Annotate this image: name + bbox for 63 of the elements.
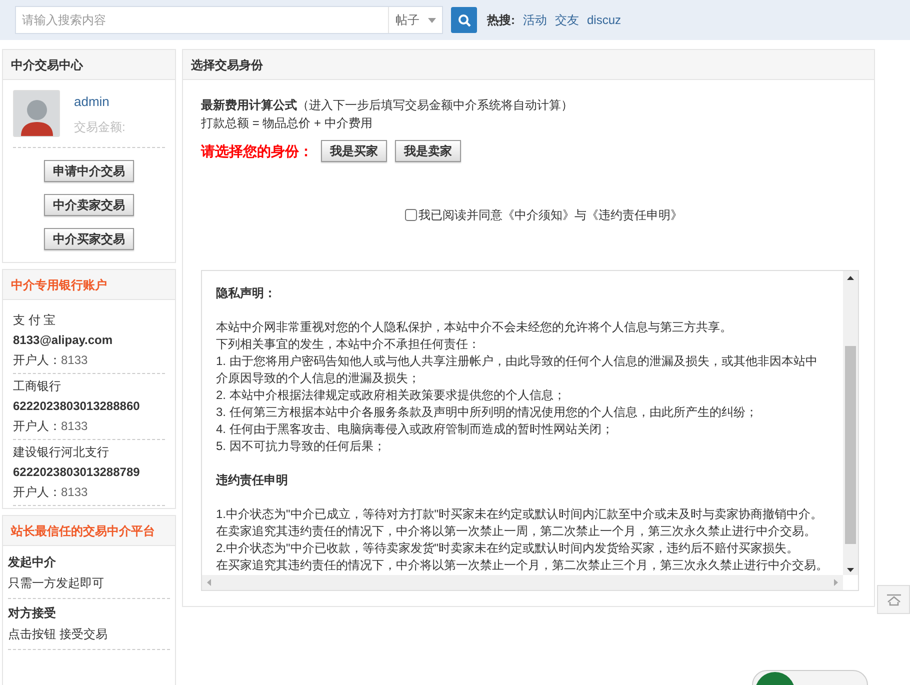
action-button[interactable]: 我是卖家 [395,140,461,162]
action-button[interactable]: 中介卖家交易 [44,194,134,216]
hot-search-link[interactable]: 活动 [523,11,547,29]
panel-header: 中介交易中心 [3,50,175,80]
holder-name: 8133 [61,418,88,435]
panel-header: 站长最信任的交易中介平台 [3,516,175,546]
step-title: 发起中介 [8,554,57,571]
holder-label: 开户人： [13,352,61,369]
terms-line: 本站中介网非常重视对您的个人隐私保护，本站中介不会未经您的允许将个人信息与第三方共享。 [216,319,733,336]
terms-line: 2.中介状态为"中介已收款，等待卖家发货"时卖家未在约定或默认时间内发货给买家，违约后不赔付买家损失。 [216,540,800,557]
step-text: 只需一方发起即可 [8,575,105,592]
action-button[interactable]: 中介买家交易 [44,228,134,250]
vertical-scrollbar[interactable] [843,271,858,575]
terms-line: 在卖家追究其违约责任的情况下，中介将以第一次禁止一周，第二次禁止一个月，第三次永久禁止进行中介交易。 [216,523,817,540]
hot-search-label: 热搜: [487,12,515,29]
action-button[interactable]: 申请中介交易 [44,160,134,182]
down-arrow-icon [847,568,854,572]
terms-line: 下列相关事宜的发生，本站中介不承担任何责任： [216,336,481,353]
left-arrow-icon [207,579,211,586]
formula-text: 打款总额 = 物品总价 + 中介费用 [201,115,374,132]
action-button[interactable]: 我是买家 [321,140,387,162]
hot-search-link[interactable]: discuz [587,11,622,29]
terms-heading: 隐私声明： [216,285,277,302]
terms-line: 5. 因不可抗力导致的任何后果； [216,438,386,455]
formula-title: 最新费用计算公式（进入下一步后填写交易金额中介系统将自动计算） [201,97,574,114]
search-button[interactable] [451,7,477,33]
panel-header: 中介专用银行账户 [3,270,175,300]
step-title: 对方接受 [8,605,57,622]
terms-line: 在买家追究其违约责任的情况下，中介将以第一次禁止一个月，第二次禁止三个月，第三次永久禁止进行中介交易。 [216,557,829,574]
bank-name: 工商银行 [13,378,62,395]
holder-label: 开户人： [13,418,61,435]
scroll-thumb[interactable] [845,346,856,544]
agree-label: 我已阅读并同意《中介须知》与《违约责任申明》 [418,207,682,224]
terms-line: 3. 任何第三方根据本站中介各服务条款及声明中所列明的情况使用您的个人信息，由此所产生的纠纷； [216,404,758,421]
search-field[interactable]: 请输入搜索内容 帖子 [15,6,443,34]
panel-header: 选择交易身份 [183,50,874,80]
holder-name: 8133 [61,352,88,369]
caret-icon [428,18,436,22]
account-number: 6222023803013288860 [13,398,141,415]
category-dropdown[interactable]: 帖子 [388,7,442,33]
up-arrow-icon [886,594,900,606]
amount-label: 交易金额: [74,118,126,136]
bank-name: 建设银行河北支行 [13,444,110,461]
search-input[interactable]: 请输入搜索内容 [16,7,388,33]
agree-checkbox[interactable] [404,209,416,221]
back-to-top-button[interactable] [877,585,910,614]
username-link[interactable]: admin [74,92,126,112]
holder-label: 开户人： [13,484,61,501]
terms-line: 1.中介状态为"中介已成立，等待对方打款"时买家未在约定或默认时间内汇款至中介或未及时与卖家协商撤销中介。 [216,506,824,523]
terms-line: 4. 任何由于黑客攻击、电脑病毒侵入或政府管制而造成的暂时性网站关闭； [216,421,614,438]
step-text: 点击按钮 接受交易 [8,626,108,643]
terms-line: 1. 由于您将用户密码告知他人或与他人共享注册帐户，由此导致的任何个人信息的泄漏及损失，或其他非因本站中介原因导致的个人信息的泄漏及损失； [216,353,818,387]
terms-line: 2. 本站中介根据法律规定或政府相关政策要求提供您的个人信息； [216,387,566,404]
identity-label: 请选择您的身份： [201,142,313,160]
terms-heading: 违约责任申明 [216,472,289,489]
search-icon [458,14,470,26]
account-number: 8133@alipay.com [13,332,114,349]
right-arrow-icon [834,579,838,586]
account-number: 6222023803013288789 [13,464,141,481]
up-arrow-icon [847,276,854,280]
bank-name: 支 付 宝 [13,312,57,329]
hot-search-link[interactable]: 交友 [555,11,579,29]
holder-name: 8133 [61,484,88,501]
